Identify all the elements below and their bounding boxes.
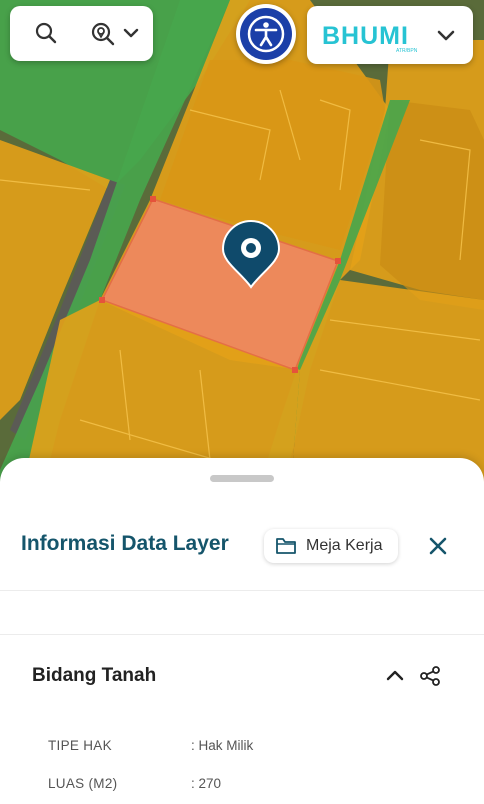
divider: [0, 634, 484, 635]
info-panel: Informasi Data Layer Meja Kerja Bidang T…: [0, 458, 484, 804]
panel-title: Informasi Data Layer: [21, 532, 229, 555]
attribute-key: LUAS (M2): [48, 776, 118, 791]
svg-text:BHUMI: BHUMI: [322, 22, 409, 50]
drag-handle[interactable]: [210, 475, 274, 482]
svg-text:ATR/BPN: ATR/BPN: [396, 48, 418, 54]
map-search-toolbar: [10, 6, 153, 61]
chevron-down-icon[interactable]: [435, 28, 457, 44]
folder-icon: [276, 538, 296, 554]
section-title: Bidang Tanah: [32, 665, 157, 686]
share-icon[interactable]: [418, 665, 442, 687]
brand-selector[interactable]: BHUMI ATR/BPN: [307, 6, 473, 64]
workspace-button[interactable]: Meja Kerja: [264, 529, 398, 563]
chevron-down-icon[interactable]: [122, 26, 140, 40]
divider: [0, 590, 484, 591]
close-icon[interactable]: [426, 534, 450, 558]
bhumi-logo: BHUMI ATR/BPN: [322, 22, 418, 54]
parcel-vertex[interactable]: [150, 196, 156, 202]
workspace-button-label: Meja Kerja: [306, 537, 383, 554]
map-canvas[interactable]: [0, 0, 484, 500]
zoom-location-icon[interactable]: [90, 21, 116, 47]
parcel-vertex[interactable]: [292, 367, 298, 373]
attribute-value: : 270: [191, 776, 222, 791]
map-view[interactable]: [0, 0, 484, 500]
search-icon[interactable]: [34, 21, 58, 45]
accessibility-button[interactable]: [236, 4, 296, 64]
chevron-up-icon[interactable]: [385, 667, 405, 683]
parcel-vertex[interactable]: [335, 258, 341, 264]
attribute-value: : Hak Milik: [191, 738, 254, 753]
attribute-key: TIPE HAK: [48, 738, 112, 753]
parcel-vertex[interactable]: [99, 297, 105, 303]
accessibility-icon: [247, 15, 285, 53]
